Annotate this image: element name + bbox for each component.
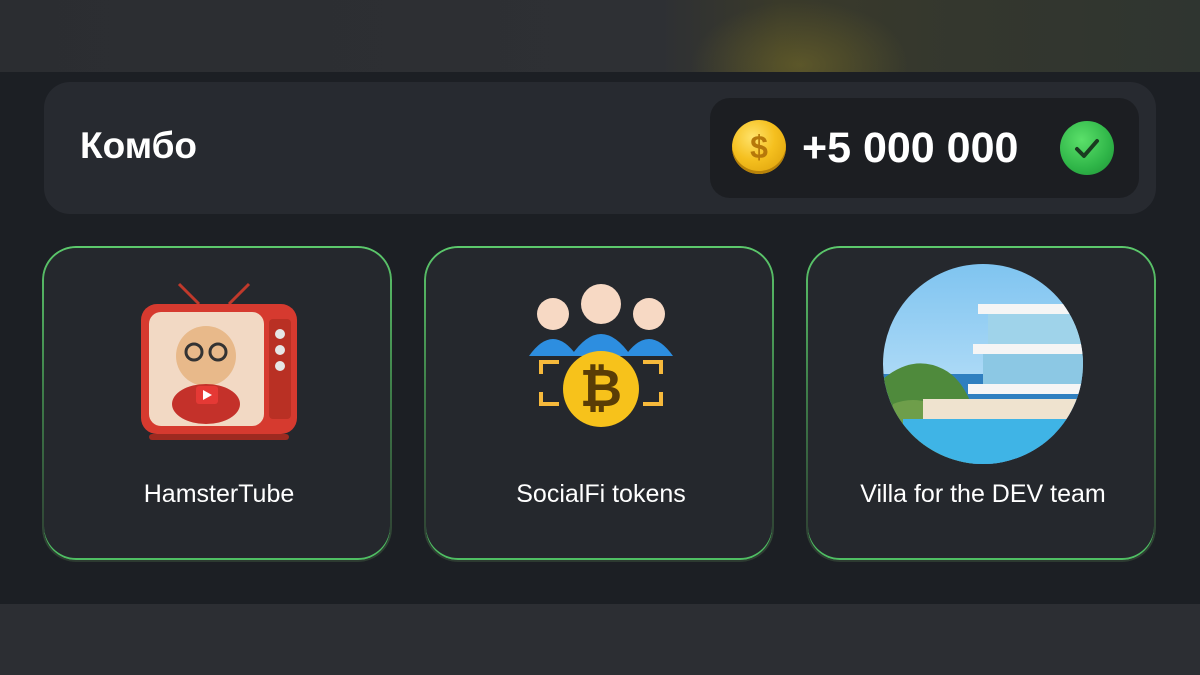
card-label: Villa for the DEV team (860, 480, 1106, 508)
checkmark-icon (1060, 121, 1114, 175)
seaside-villa-image (883, 264, 1083, 464)
community-bitcoin-icon: ₿ (501, 264, 701, 464)
combo-card-villa[interactable]: Villa for the DEV team (806, 246, 1156, 562)
card-label: SocialFi tokens (516, 480, 686, 508)
combo-title: Комбо (80, 125, 198, 166)
combo-reward-box: $ +5 000 000 (710, 98, 1139, 198)
hamster-tv-image (119, 264, 319, 464)
reward-amount: +5 000 000 (802, 124, 1019, 172)
card-label: HamsterTube (143, 480, 295, 508)
top-background-strip (0, 0, 1200, 72)
coin-symbol: $ (750, 129, 768, 165)
combo-panel: Комбо $ +5 000 000 (44, 82, 1156, 214)
bitcoin-symbol: ₿ (579, 359, 623, 419)
combo-card-hamstertube[interactable]: HamsterTube (42, 246, 392, 562)
combo-card-socialfi-tokens[interactable]: ₿ SocialFi tokens (424, 246, 774, 562)
coin-icon: $ (732, 120, 786, 174)
bottom-background-strip (0, 604, 1200, 675)
